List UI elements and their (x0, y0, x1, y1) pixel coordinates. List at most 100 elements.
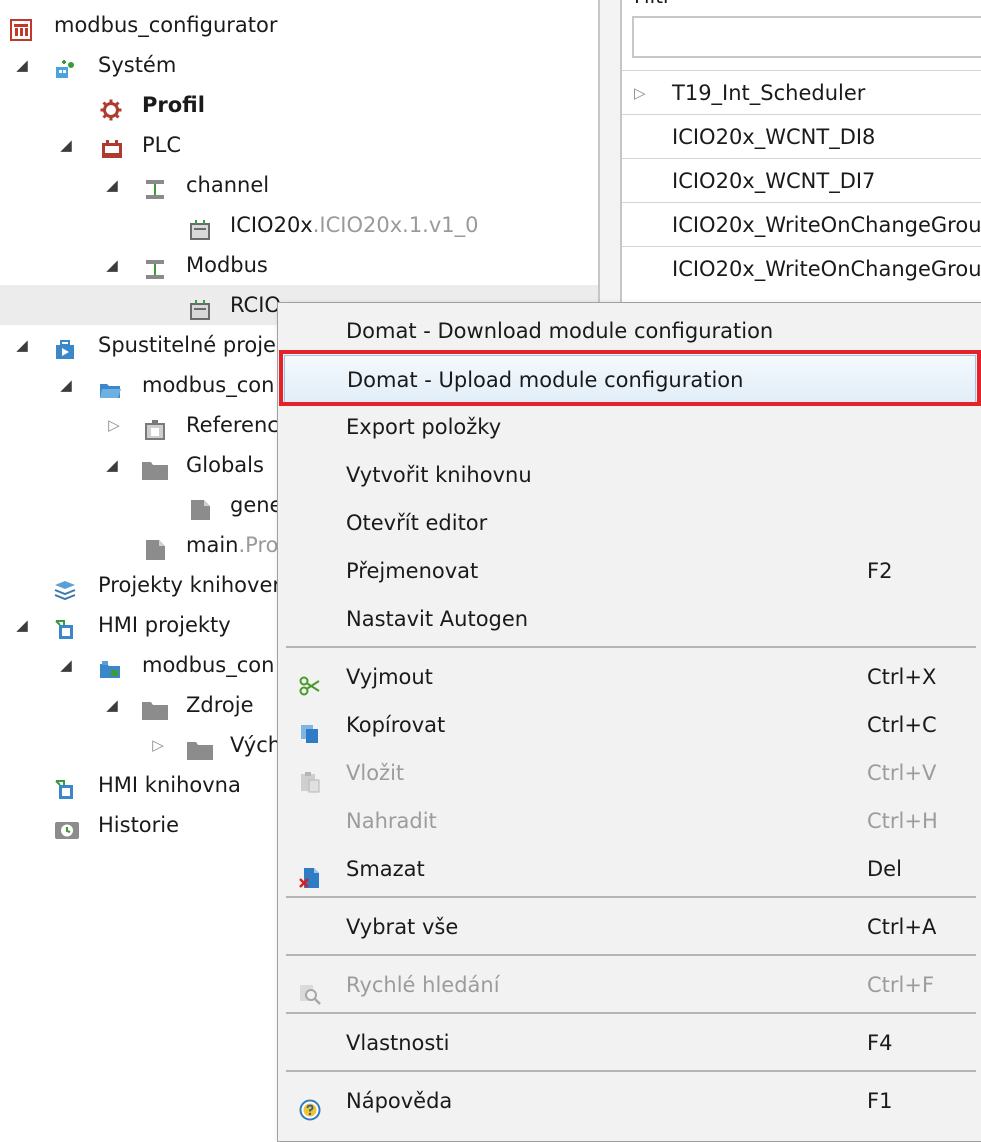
menu-item-label: Vyjmout (346, 665, 433, 689)
menu-item-shortcut: Ctrl+V (867, 761, 937, 785)
library-icon (54, 574, 76, 601)
menu-item-properties[interactable]: Vlastnosti F4 (284, 1019, 976, 1067)
menu-item-shortcut: Ctrl+C (867, 713, 937, 737)
menu-item-label: Otevřít editor (346, 511, 488, 535)
menu-item-label: Nahradit (346, 809, 437, 833)
system-icon (54, 54, 76, 78)
menu-item-help[interactable]: Nápověda F1 (284, 1077, 976, 1125)
expanded-arrow-icon[interactable]: ◢ (13, 45, 31, 85)
filter-input[interactable] (632, 16, 981, 58)
menu-item-label: Přejmenovat (346, 559, 479, 583)
channel-icon (144, 174, 166, 199)
tree-item-modbus-configurator[interactable]: modbus_configurator (0, 5, 598, 45)
expanded-arrow-icon[interactable]: ◢ (103, 245, 121, 285)
module-icon (189, 214, 211, 240)
tree-item-channel[interactable]: ◢ channel (0, 165, 598, 205)
menu-item-upload-module-configuration[interactable]: Domat - Upload module configuration (284, 355, 976, 403)
expanded-arrow-icon[interactable]: ◢ (103, 685, 121, 725)
list-item-label: ICIO20x_WriteOnChangeGrou (672, 213, 981, 237)
menu-item-label: Export položky (346, 415, 502, 439)
tree-item-label: Vých (230, 733, 282, 757)
module-version: .ICIO20x.1.v1_0 (312, 213, 479, 237)
tree-item-label: Referenc (186, 413, 279, 437)
open-folder-icon (99, 374, 121, 398)
menu-item-label: Domat - Download module configuration (346, 319, 774, 343)
list-item-label: T19_Int_Scheduler (672, 81, 866, 105)
menu-item-cut[interactable]: Vyjmout Ctrl+X (284, 653, 976, 701)
delete-icon (299, 858, 321, 888)
menu-item-create-library[interactable]: Vytvořit knihovnu (284, 451, 976, 499)
expanded-arrow-icon[interactable]: ◢ (57, 365, 75, 405)
menu-item-paste[interactable]: Vložit Ctrl+V (284, 749, 976, 797)
menu-item-shortcut: Ctrl+A (867, 915, 937, 939)
expanded-arrow-icon[interactable]: ◢ (103, 445, 121, 485)
tree-item-label: Modbus (186, 253, 268, 277)
expanded-arrow-icon[interactable]: ◢ (57, 645, 75, 685)
list-item[interactable]: ICIO20x_WriteOnChangeGrou (622, 202, 981, 246)
menu-item-delete[interactable]: Smazat Del (284, 845, 976, 893)
menu-item-shortcut: Ctrl+H (867, 809, 938, 833)
file-extension: .Pro (238, 533, 279, 557)
menu-item-export[interactable]: Export položky (284, 403, 976, 451)
menu-item-shortcut: F2 (867, 559, 893, 583)
list-item[interactable]: ICIO20x_WCNT_DI8 (622, 114, 981, 158)
menu-item-shortcut: Ctrl+X (867, 665, 937, 689)
tree-item-icio20x[interactable]: ICIO20x.ICIO20x.1.v1_0 (0, 205, 598, 245)
help-icon (299, 1090, 321, 1121)
menu-item-label: Vytvořit knihovnu (346, 463, 532, 487)
tree-item-modbus[interactable]: ◢ Modbus (0, 245, 598, 285)
menu-item-replace[interactable]: Nahradit Ctrl+H (284, 797, 976, 845)
history-icon (54, 814, 79, 839)
collapsed-arrow-icon[interactable]: ▷ (105, 405, 123, 445)
paste-icon (299, 762, 321, 793)
tree-item-label: gene (230, 493, 283, 517)
module-name: ICIO20x (230, 213, 313, 237)
project-root-icon (10, 14, 32, 41)
tree-item-plc[interactable]: ◢ PLC (0, 125, 598, 165)
hmi-project-icon (99, 654, 121, 678)
expanded-arrow-icon[interactable]: ◢ (13, 605, 31, 645)
expanded-arrow-icon[interactable]: ◢ (13, 325, 31, 365)
menu-item-open-editor[interactable]: Otevřít editor (284, 499, 976, 547)
tree-item-label: Globals (186, 453, 264, 477)
tree-item-profil[interactable]: Profil (0, 85, 598, 125)
tree-item-label: modbus_con (142, 373, 275, 397)
menu-item-shortcut: F1 (867, 1089, 893, 1113)
list-item[interactable]: ICIO20x_WCNT_DI7 (622, 158, 981, 202)
collapsed-arrow-icon[interactable]: ▷ (634, 71, 646, 115)
tree-item-label: Historie (98, 813, 180, 837)
tree-item-label: modbus_configurator (54, 13, 278, 37)
list-item[interactable]: ICIO20x_WriteOnChangeGrou (622, 246, 981, 290)
menu-item-copy[interactable]: Kopírovat Ctrl+C (284, 701, 976, 749)
file-icon (189, 494, 211, 520)
folder-icon (141, 454, 168, 480)
menu-item-select-all[interactable]: Vybrat vše Ctrl+A (284, 903, 976, 951)
file-name: main (186, 533, 239, 557)
menu-item-label: Kopírovat (346, 713, 446, 737)
tree-item-label: Spustitelné proje (98, 333, 276, 357)
menu-item-label: Smazat (346, 857, 425, 881)
menu-item-quick-search[interactable]: Rychlé hledání Ctrl+F (284, 961, 976, 1009)
expanded-arrow-icon[interactable]: ◢ (103, 165, 121, 205)
tree-item-label: Profil (142, 93, 205, 117)
tree-item-system[interactable]: ◢ Systém (0, 45, 598, 85)
menu-item-rename[interactable]: Přejmenovat F2 (284, 547, 976, 595)
list-item[interactable]: ▷ T19_Int_Scheduler (622, 70, 981, 114)
menu-separator (286, 954, 976, 956)
menu-separator (286, 896, 976, 898)
expanded-arrow-icon[interactable]: ◢ (57, 125, 75, 165)
menu-item-label: Rychlé hledání (346, 973, 500, 997)
context-menu: Domat - Download module configuration Do… (277, 302, 981, 1142)
collapsed-arrow-icon[interactable]: ▷ (149, 725, 167, 765)
tree-item-label: HMI knihovna (98, 773, 241, 797)
menu-item-download-module-configuration[interactable]: Domat - Download module configuration (284, 307, 976, 355)
file-icon (144, 534, 166, 560)
tree-item-label: Zdroje (186, 693, 254, 717)
gear-icon (100, 94, 122, 121)
menu-item-set-autogen[interactable]: Nastavit Autogen (284, 595, 976, 643)
tree-item-label: modbus_con (142, 653, 275, 677)
plc-icon (101, 134, 123, 158)
menu-item-label: Vložit (346, 761, 405, 785)
menu-item-shortcut: Ctrl+F (867, 973, 935, 997)
list-item-label: ICIO20x_WriteOnChangeGrou (672, 257, 981, 281)
